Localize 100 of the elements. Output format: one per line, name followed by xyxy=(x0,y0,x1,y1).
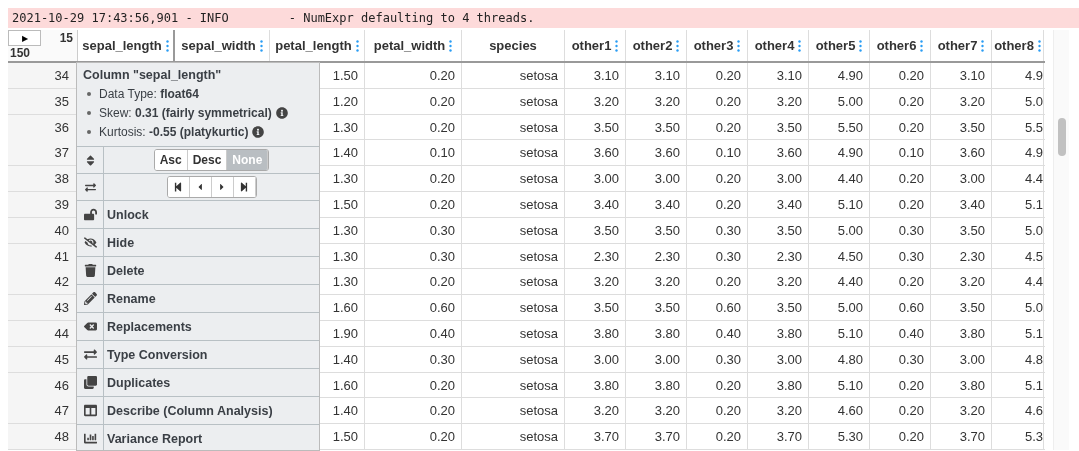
table-cell: 3.50 xyxy=(748,217,809,243)
table-cell: 5.1 xyxy=(992,192,1044,217)
menu-item[interactable]: Duplicates xyxy=(77,368,319,396)
trash-icon xyxy=(83,264,97,277)
table-cell: 3.80 xyxy=(748,372,809,398)
table-cell: 0.20 xyxy=(870,269,931,295)
vertical-dots-icon[interactable] xyxy=(859,39,863,52)
column-header[interactable]: petal_width xyxy=(365,30,462,61)
menu-item[interactable]: Rename xyxy=(77,284,319,312)
column-label: other2 xyxy=(632,38,673,53)
column-header[interactable]: other1 xyxy=(565,30,626,61)
table-cell: 0.30 xyxy=(870,243,931,269)
column-header[interactable]: sepal_width xyxy=(175,30,270,61)
table-cell: 0.20 xyxy=(870,88,931,114)
menu-item[interactable]: Unlock xyxy=(77,200,319,228)
table-cell: 3.20 xyxy=(931,269,992,295)
table-cell: setosa xyxy=(462,346,565,372)
table-cell: setosa xyxy=(462,217,565,243)
menu-item[interactable]: Type Conversion xyxy=(77,340,319,368)
column-header[interactable]: petal_length xyxy=(270,30,365,61)
vertical-dots-icon[interactable] xyxy=(676,39,680,52)
row-index: 48 xyxy=(8,424,78,450)
table-cell: 3.50 xyxy=(565,114,626,140)
column-header[interactable]: other5 xyxy=(809,30,870,61)
info-icon[interactable] xyxy=(252,125,265,138)
table-cell: 3.60 xyxy=(626,140,687,166)
table-cell: setosa xyxy=(462,295,565,321)
vertical-dots-icon[interactable] xyxy=(165,39,169,52)
vertical-dots-icon[interactable] xyxy=(449,39,453,52)
table-cell: 3.00 xyxy=(565,346,626,372)
pencil-icon xyxy=(83,292,97,305)
bar-chart-icon xyxy=(83,432,97,445)
table-cell: 0.20 xyxy=(870,63,931,88)
sort-button[interactable]: Asc xyxy=(154,150,188,170)
scrollbar[interactable] xyxy=(1053,30,1069,450)
table-cell: 0.30 xyxy=(870,346,931,372)
vertical-dots-icon[interactable] xyxy=(798,39,802,52)
table-cell: 0.20 xyxy=(870,424,931,450)
vertical-dots-icon[interactable] xyxy=(981,39,985,52)
table-cell: setosa xyxy=(462,140,565,166)
table-cell: 0.10 xyxy=(365,140,462,166)
vertical-dots-icon[interactable] xyxy=(615,39,619,52)
table-cell: 4.4 xyxy=(992,166,1044,192)
table-cell: 0.40 xyxy=(687,320,748,346)
column-header[interactable]: other8 xyxy=(992,30,1044,61)
table-cell: 0.20 xyxy=(365,192,462,217)
info-icon[interactable] xyxy=(275,106,288,119)
table-cell: 2.30 xyxy=(565,243,626,269)
column-label: other4 xyxy=(754,38,795,53)
table-cell: 3.80 xyxy=(565,372,626,398)
menu-item[interactable]: Replacements xyxy=(77,312,319,340)
table-cell: 4.90 xyxy=(809,63,870,88)
column-header[interactable]: other7 xyxy=(931,30,992,61)
stat-text: Data Type: float64 xyxy=(99,86,199,101)
vertical-dots-icon[interactable] xyxy=(1037,39,1041,52)
table-cell: 0.20 xyxy=(365,398,462,424)
row-index: 43 xyxy=(8,295,78,321)
log-source: 2021-10-29 17:43:56,901 - INFO xyxy=(12,11,229,25)
table-cell: 3.40 xyxy=(565,192,626,217)
table-cell: 0.20 xyxy=(687,192,748,217)
scroll-thumb[interactable] xyxy=(1057,118,1066,156)
toggle-button[interactable]: ▶ xyxy=(8,30,41,46)
menu-item[interactable]: Delete xyxy=(77,256,319,284)
column-header[interactable]: other3 xyxy=(687,30,748,61)
table-cell: 3.20 xyxy=(626,269,687,295)
table-cell: 3.20 xyxy=(748,88,809,114)
menu-title: Column "sepal_length" xyxy=(82,67,223,84)
column-header[interactable]: other6 xyxy=(870,30,931,61)
move-button[interactable] xyxy=(167,177,190,197)
column-header[interactable]: species xyxy=(462,30,565,61)
vertical-dots-icon[interactable] xyxy=(355,39,359,52)
column-header[interactable]: other2 xyxy=(626,30,687,61)
row-index: 42 xyxy=(8,269,78,295)
table-cell: 3.40 xyxy=(931,192,992,217)
table-cell: setosa xyxy=(462,192,565,217)
table-cell: 0.20 xyxy=(365,88,462,114)
menu-item[interactable]: Hide xyxy=(77,228,319,256)
table-cell: 0.30 xyxy=(365,217,462,243)
table-cell: 0.20 xyxy=(365,114,462,140)
table-cell: 3.50 xyxy=(565,217,626,243)
table-cell: 5.50 xyxy=(809,114,870,140)
table-cell: 3.10 xyxy=(748,63,809,88)
menu-item[interactable]: Describe (Column Analysis) xyxy=(77,396,319,424)
vertical-dots-icon[interactable] xyxy=(259,39,263,52)
table-cell: 3.00 xyxy=(931,166,992,192)
vertical-dots-icon[interactable] xyxy=(920,39,924,52)
column-header[interactable]: other4 xyxy=(748,30,809,61)
table-cell: 3.70 xyxy=(626,424,687,450)
table-cell: 3.20 xyxy=(931,88,992,114)
table-cell: 3.20 xyxy=(748,269,809,295)
table-cell: 3.20 xyxy=(565,398,626,424)
table-cell: setosa xyxy=(462,166,565,192)
vertical-dots-icon[interactable] xyxy=(737,39,741,52)
column-label: other6 xyxy=(876,38,917,53)
table-cell: 4.5 xyxy=(992,243,1044,269)
table-cell: 3.00 xyxy=(565,166,626,192)
table-cell: 3.50 xyxy=(748,114,809,140)
table-cell: 0.20 xyxy=(687,424,748,450)
column-label: other5 xyxy=(815,38,856,53)
menu-item[interactable]: Variance Report xyxy=(77,424,319,450)
